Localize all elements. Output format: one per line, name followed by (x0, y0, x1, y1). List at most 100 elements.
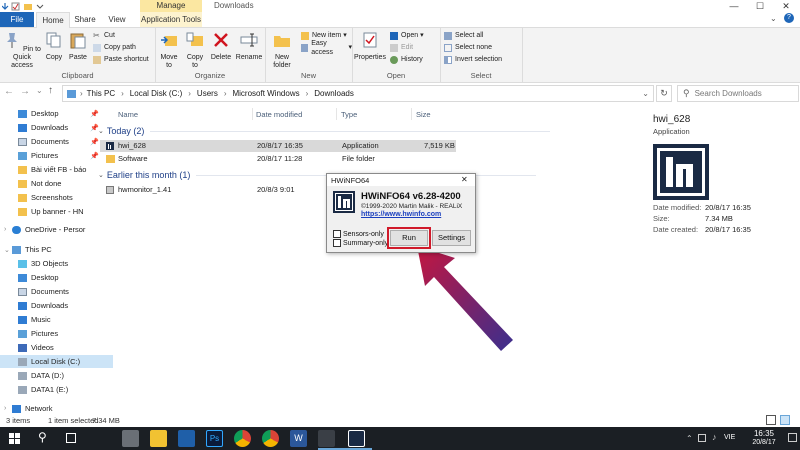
checkbox-box[interactable] (333, 230, 341, 238)
collapse-chevron-icon[interactable]: ⌄ (4, 246, 12, 254)
breadcrumb-microsoft-windows[interactable]: Microsoft Windows (232, 89, 299, 98)
quick-access-toolbar-icons[interactable] (2, 2, 52, 11)
dialog-close-button[interactable]: ✕ (461, 175, 468, 184)
properties-button[interactable]: Properties (354, 31, 386, 62)
column-header-size[interactable]: Size (416, 110, 431, 119)
checkbox-box[interactable] (333, 239, 341, 247)
delete-button[interactable]: Delete (209, 31, 233, 62)
copy-button[interactable]: Copy (42, 31, 66, 62)
maximize-button[interactable]: ☐ (748, 0, 772, 12)
settings-button[interactable]: Settings (432, 230, 471, 246)
notification-icon[interactable] (788, 433, 797, 442)
network-tray-icon[interactable] (698, 434, 706, 442)
sticky-notes-icon[interactable] (150, 430, 167, 447)
sensors-only-checkbox[interactable]: Sensors-only (333, 230, 384, 238)
move-to-button[interactable]: Move to (157, 31, 181, 70)
paste-shortcut-button[interactable]: Paste shortcut (93, 55, 149, 64)
taskbar: ⚲ Ps W ⌃ ♪ VIE 16:35 20/8/17 (0, 427, 800, 450)
clock-date[interactable]: 20/8/17 (744, 439, 784, 446)
edit-button[interactable]: Edit (390, 43, 413, 52)
table-row[interactable]: hwi_628 20/8/17 16:35 Application 7,519 … (100, 140, 456, 152)
task-view-icon[interactable] (66, 433, 76, 443)
sidebar-item-onedrive[interactable]: › OneDrive - Persor (0, 223, 99, 236)
tab-application-tools[interactable]: Application Tools (140, 12, 202, 27)
breadcrumb-local-disk[interactable]: Local Disk (C:) (130, 89, 182, 98)
column-header-name[interactable]: Name (118, 110, 138, 119)
refresh-icon[interactable]: ↻ (656, 85, 672, 102)
drive-icon (18, 357, 27, 366)
paste-label: Paste (69, 54, 87, 61)
drive-icon (18, 385, 27, 394)
open-button[interactable]: Open ▾ (390, 31, 424, 40)
hwinfo-taskbar-icon[interactable] (348, 430, 365, 447)
history-label: History (401, 56, 423, 63)
forward-arrow-icon[interactable]: → (20, 86, 30, 97)
select-none-button[interactable]: Select none (444, 43, 492, 52)
input-language[interactable]: VIE (724, 434, 735, 441)
tab-file[interactable]: File (0, 12, 34, 27)
invert-selection-button[interactable]: Invert selection (444, 55, 502, 64)
chrome-icon[interactable] (262, 430, 279, 447)
sidebar-item-label: Pictures (31, 329, 59, 338)
address-dropdown-icon[interactable]: ⌄ (642, 89, 649, 98)
close-button[interactable]: ✕ (774, 0, 798, 12)
paste-button[interactable]: Paste (66, 31, 90, 62)
address-field[interactable]: › This PC › Local Disk (C:) › Users › Mi… (62, 85, 654, 102)
summary-only-checkbox[interactable]: Summary-only (333, 239, 388, 247)
expand-chevron-icon[interactable]: › (4, 226, 12, 233)
status-item-count: 3 items (6, 416, 31, 425)
word-icon[interactable]: W (290, 430, 307, 447)
select-all-button[interactable]: Select all (444, 31, 483, 40)
taskbar-app-icon[interactable] (178, 430, 195, 447)
copy-to-button[interactable]: Copy to (183, 31, 207, 70)
up-arrow-icon[interactable]: ↑ (48, 85, 53, 96)
breadcrumb-users[interactable]: Users (197, 89, 218, 98)
ribbon-collapse-icon[interactable]: ⌄ (770, 14, 777, 23)
group-header-today[interactable]: ⌄ Today (2) (98, 126, 551, 136)
breadcrumb-this-pc[interactable]: This PC (87, 89, 115, 98)
search-box[interactable]: ⚲ Search Downloads (677, 85, 799, 102)
taskbar-search-icon[interactable]: ⚲ (38, 430, 47, 444)
sidebar-item-this-pc[interactable]: ⌄ This PC (0, 243, 99, 256)
tab-home[interactable]: Home (36, 12, 70, 28)
open-icon (390, 31, 398, 40)
volume-icon[interactable]: ♪ (712, 432, 717, 442)
run-button[interactable]: Run (387, 227, 431, 249)
taskbar-app-icon[interactable] (122, 430, 139, 447)
pin-quick-access-button[interactable]: Pin to Quick access (2, 31, 42, 70)
table-row[interactable]: Software 20/8/17 11:28 File folder (100, 153, 456, 165)
sidebar-item-label: Downloads (31, 123, 69, 132)
folder-icon (18, 207, 27, 216)
new-folder-button[interactable]: New folder (268, 31, 296, 70)
breadcrumb-downloads[interactable]: Downloads (314, 89, 354, 98)
easy-access-button[interactable]: Easy access ▾ (301, 40, 352, 56)
edit-label: Edit (401, 44, 414, 51)
column-header-type[interactable]: Type (341, 110, 357, 119)
minimize-button[interactable]: — (722, 0, 746, 12)
back-arrow-icon[interactable]: ← (4, 86, 14, 97)
tray-chevron-icon[interactable]: ⌃ (686, 434, 693, 443)
taskbar-app-icon[interactable] (318, 430, 335, 447)
history-button[interactable]: History (390, 55, 423, 64)
windows-start-icon[interactable] (9, 433, 21, 445)
tab-view[interactable]: View (102, 12, 132, 27)
column-header-date[interactable]: Date modified (256, 110, 302, 119)
details-modified-value: 20/8/17 16:35 (705, 203, 751, 212)
recent-locations-icon[interactable]: ⌄ (36, 86, 43, 95)
cut-button[interactable]: ✂ Cut (93, 31, 115, 40)
help-icon[interactable]: ? (784, 13, 794, 23)
photoshop-icon[interactable]: Ps (206, 430, 223, 447)
chrome-icon[interactable] (234, 430, 251, 447)
rename-button[interactable]: Rename (235, 31, 263, 62)
dialog-title: HWiNFO64 (331, 176, 370, 185)
copy-path-button[interactable]: Copy path (93, 43, 136, 52)
dialog-website-link[interactable]: https://www.hwinfo.com (361, 211, 441, 218)
details-view-icon[interactable] (766, 415, 776, 425)
expand-chevron-icon[interactable]: › (4, 405, 12, 412)
tab-share[interactable]: Share (70, 12, 100, 27)
large-icons-view-icon[interactable] (780, 415, 790, 425)
documents-icon (18, 137, 27, 146)
file-date: 20/8/17 16:35 (257, 141, 303, 150)
clock-time[interactable]: 16:35 (744, 429, 784, 438)
breadcrumb-separator: › (121, 89, 124, 98)
